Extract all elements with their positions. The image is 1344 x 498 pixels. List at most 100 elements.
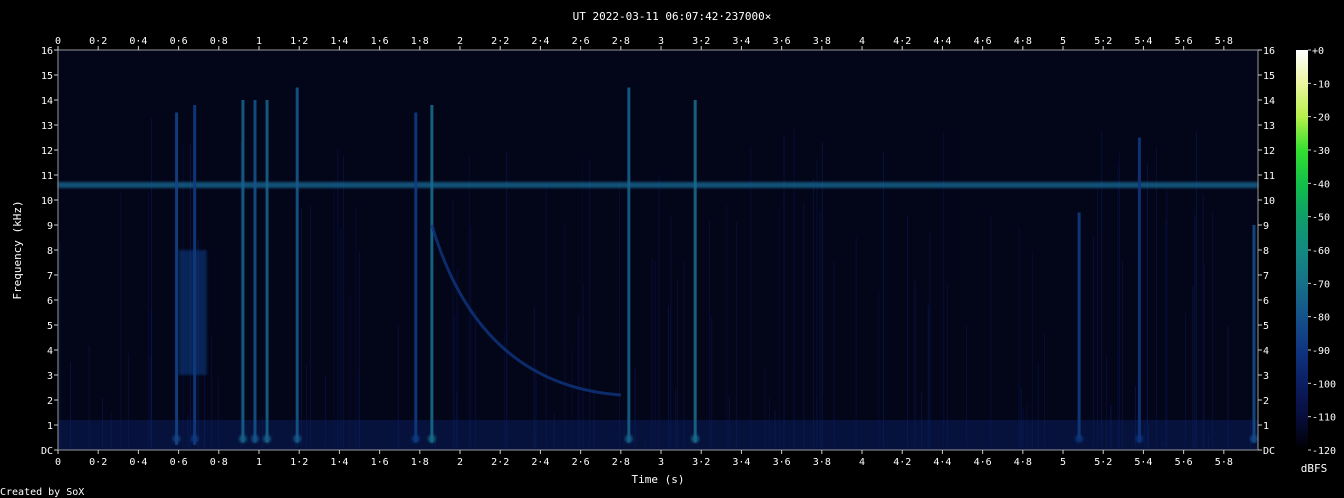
streak-base-blob	[293, 434, 302, 443]
x-tick-label: 5·8	[1215, 457, 1233, 468]
y-tick-label: 9	[47, 221, 53, 232]
x-tick-label: 3	[658, 36, 664, 47]
x-tick-label: 0·4	[129, 36, 147, 47]
y-tick-label: 3	[47, 371, 53, 382]
vertical-streak	[253, 100, 257, 443]
y-tick-label: 15	[41, 71, 53, 82]
colorbar-tick-label: -110	[1312, 413, 1336, 424]
x-tick-label: 3·6	[773, 457, 791, 468]
vertical-streak	[627, 87, 631, 443]
x-tick-label: 5·4	[1134, 457, 1152, 468]
x-tick-label: 3·2	[692, 457, 710, 468]
y-tick-label: 14	[1263, 96, 1275, 107]
x-tick-label: 3	[658, 457, 664, 468]
y-tick-label: 12	[1263, 146, 1275, 157]
x-tick-label: 2·2	[491, 457, 509, 468]
x-tick-label: 1·2	[290, 36, 308, 47]
colorbar-tick-label: +0	[1312, 46, 1324, 57]
y-tick-label: 10	[1263, 196, 1275, 207]
streak-base-blob	[1075, 434, 1084, 443]
x-tick-label: 2·2	[491, 36, 509, 47]
x-tick-label: 5	[1060, 457, 1066, 468]
streak-base-blob	[691, 434, 700, 443]
streak-base-blob	[172, 434, 181, 443]
x-tick-label: 4·4	[933, 36, 951, 47]
colorbar-axis: +0 -10 -20 -30 -40 -50 -60 -70 -80 -90 -100 -110 -12…	[1308, 46, 1336, 457]
y-tick-label: 5	[1263, 321, 1269, 332]
y-tick-label: 15	[1263, 71, 1275, 82]
y-tick-label: DC	[1263, 446, 1275, 457]
x-tick-label: 4·2	[893, 457, 911, 468]
x-tick-label: 1·4	[330, 36, 348, 47]
x-tick-label: 1·4	[330, 457, 348, 468]
x-tick-label: 5·2	[1094, 457, 1112, 468]
y-axis-left: DC12345678910111213141516	[41, 46, 58, 457]
x-tick-label: 1·6	[371, 36, 389, 47]
y-tick-label: 6	[1263, 296, 1269, 307]
x-tick-label: 1·2	[290, 457, 308, 468]
colorbar-tick-label: -50	[1312, 213, 1330, 224]
y-tick-label: 1	[47, 421, 53, 432]
x-tick-label: 3·2	[692, 36, 710, 47]
y-tick-label: 16	[41, 46, 53, 57]
vertical-streak	[175, 112, 179, 445]
x-tick-label: 3·8	[813, 36, 831, 47]
x-tick-label: 0·4	[129, 457, 147, 468]
y-tick-label: 2	[1263, 396, 1269, 407]
x-tick-label: 5·6	[1175, 36, 1193, 47]
streak-base-blob	[427, 434, 436, 443]
x-tick-label: 0·8	[210, 36, 228, 47]
x-tick-label: 1·8	[411, 36, 429, 47]
y-tick-label: 9	[1263, 221, 1269, 232]
y-tick-label: 11	[1263, 171, 1275, 182]
x-tick-label: 2·6	[572, 36, 590, 47]
y-tick-label: 8	[47, 246, 53, 257]
y-tick-label: 12	[41, 146, 53, 157]
x-tick-label: 3·4	[732, 457, 750, 468]
colorbar	[1296, 50, 1308, 450]
x-tick-label: 4·4	[933, 457, 951, 468]
vertical-streak	[1252, 225, 1256, 443]
y-tick-label: 4	[1263, 346, 1269, 357]
creator-credit: Created by SoX	[0, 487, 84, 498]
streak-base-blob	[263, 434, 272, 443]
y-tick-label: 7	[1263, 271, 1269, 282]
y-tick-label: 5	[47, 321, 53, 332]
vertical-streak	[414, 112, 418, 443]
colorbar-tick-label: -60	[1312, 246, 1330, 257]
spectrogram-chart: UT 2022-03-11 06:07:42·237000× 0 0·2 0·4 0·…	[0, 10, 1336, 498]
x-tick-label: 2·8	[612, 457, 630, 468]
y-axis-right: DC12345678910111213141516	[1258, 46, 1275, 457]
x-tick-label: 1	[256, 457, 262, 468]
y-tick-label: 2	[47, 396, 53, 407]
x-tick-label: 4	[859, 36, 865, 47]
y-tick-label: 7	[47, 271, 53, 282]
y-tick-label: 6	[47, 296, 53, 307]
x-axis-label: Time (s)	[632, 473, 685, 486]
x-tick-label: 5	[1060, 36, 1066, 47]
streak-base-blob	[411, 434, 420, 443]
vertical-streak	[1077, 212, 1081, 438]
x-axis-bottom: 0 0·2 0·4 0·6 0·8 1 1·2 1·4 1·6 1·8 2 2·2 2·4 2·6 2·8 3…	[55, 450, 1233, 468]
x-tick-label: 1·8	[411, 457, 429, 468]
y-tick-label: 10	[41, 196, 53, 207]
vertical-streak	[265, 100, 269, 443]
x-tick-label: 0·8	[210, 457, 228, 468]
colorbar-label: dBFS	[1301, 462, 1328, 475]
streak-base-blob	[250, 434, 259, 443]
x-tick-label: 0·2	[89, 36, 107, 47]
colorbar-tick-label: -40	[1312, 179, 1330, 190]
colorbar-tick-label: -10	[1312, 79, 1330, 90]
streak-base-blob	[624, 434, 633, 443]
x-tick-label: 5·8	[1215, 36, 1233, 47]
y-axis-label: Frequency (kHz)	[11, 200, 24, 299]
streak-base-blob	[190, 434, 199, 443]
chart-title: UT 2022-03-11 06:07:42·237000×	[573, 10, 772, 23]
streak-base-blob	[1135, 434, 1144, 443]
x-tick-label: 0·2	[89, 457, 107, 468]
colorbar-tick-label: -100	[1312, 379, 1336, 390]
x-tick-label: 4	[859, 457, 865, 468]
vertical-streak	[693, 100, 697, 443]
x-tick-label: 4·6	[974, 457, 992, 468]
x-tick-label: 2·6	[572, 457, 590, 468]
